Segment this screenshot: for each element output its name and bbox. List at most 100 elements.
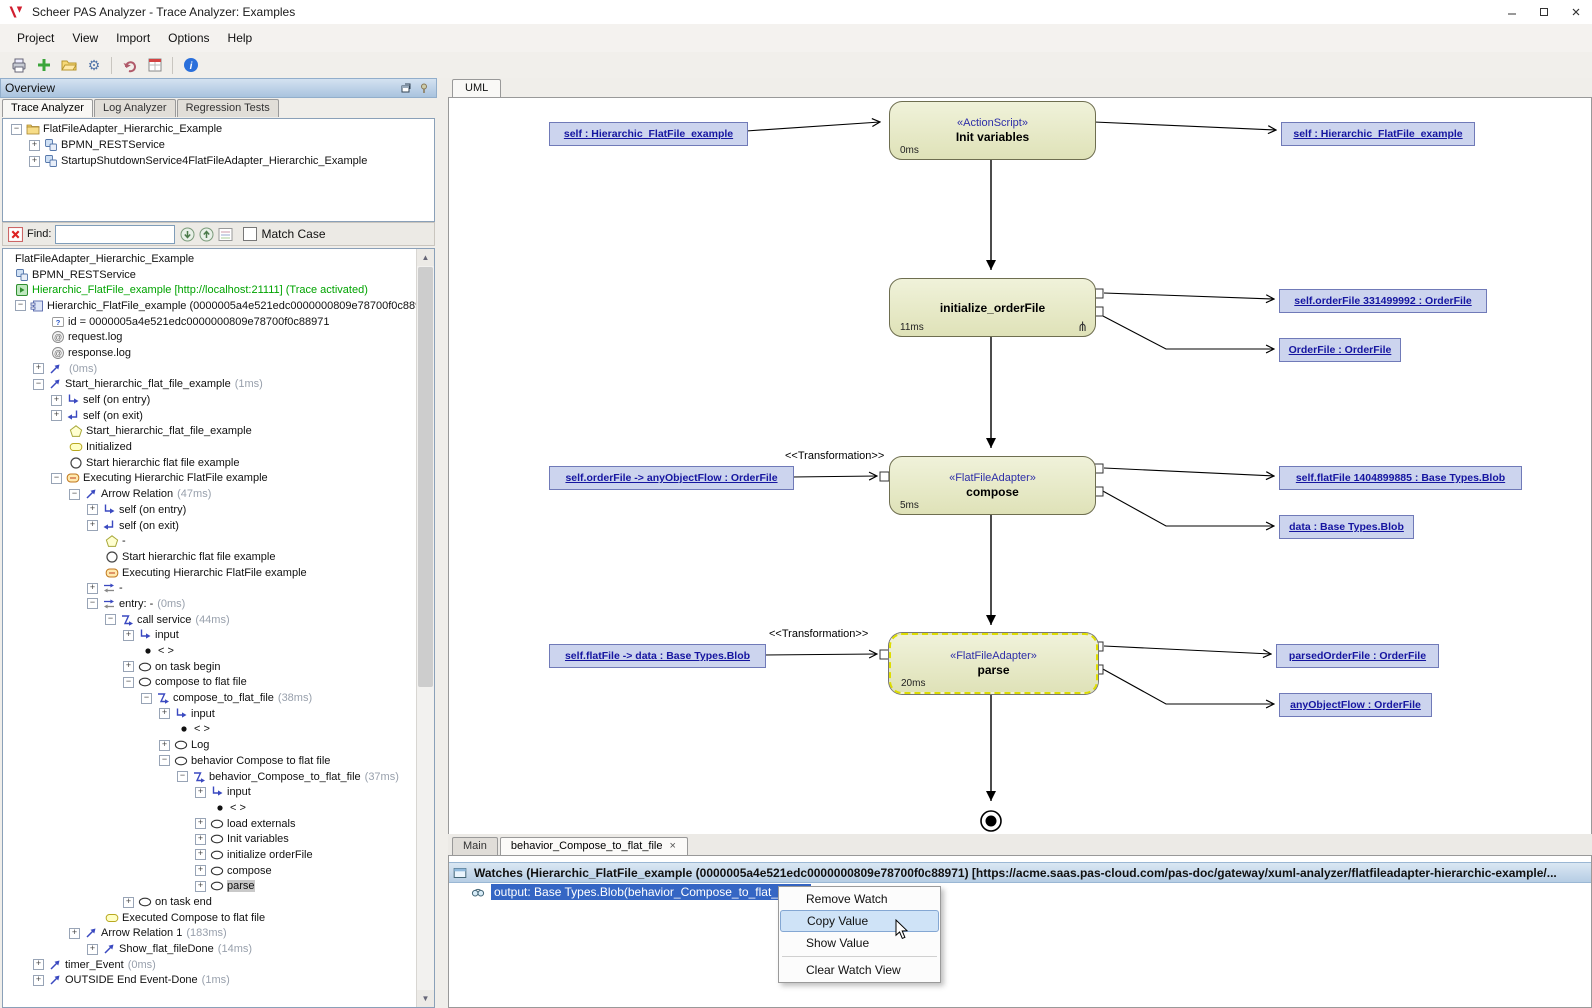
- uml-object-node[interactable]: self.flatFile 1404899885 : Base Types.Bl…: [1279, 466, 1522, 490]
- find-highlight-icon[interactable]: [217, 226, 233, 242]
- find-previous-icon[interactable]: [198, 226, 214, 242]
- uml-pin[interactable]: [880, 472, 889, 481]
- tree-item[interactable]: FlatFileAdapter_Hierarchic_Example: [3, 251, 417, 267]
- tree-expander[interactable]: +: [87, 504, 98, 515]
- close-tab-icon[interactable]: ×: [669, 841, 677, 851]
- tree-item[interactable]: −FlatFileAdapter_Hierarchic_Example: [3, 121, 434, 137]
- tree-item[interactable]: Initialized: [3, 439, 417, 455]
- tree-item[interactable]: +compose: [3, 863, 417, 879]
- uml-object-node[interactable]: parsedOrderFile : OrderFile: [1276, 644, 1439, 668]
- tree-item[interactable]: -: [3, 533, 417, 549]
- tree-item[interactable]: < >: [3, 800, 417, 816]
- uml-object-node[interactable]: data : Base Types.Blob: [1279, 515, 1414, 539]
- tree-item[interactable]: −behavior Compose to flat file: [3, 753, 417, 769]
- menu-import[interactable]: Import: [107, 26, 159, 50]
- tree-expander[interactable]: +: [87, 944, 98, 955]
- tree-expander[interactable]: +: [195, 818, 206, 829]
- menu-view[interactable]: View: [63, 26, 107, 50]
- panel-splitter[interactable]: [437, 78, 448, 1008]
- tree-item[interactable]: Executing Hierarchic FlatFile example: [3, 565, 417, 581]
- tree-item[interactable]: < >: [3, 643, 417, 659]
- uml-action-node-parse[interactable]: «FlatFileAdapter»parse20ms: [889, 633, 1098, 694]
- tree-expander[interactable]: +: [87, 520, 98, 531]
- uml-object-node[interactable]: self.flatFile -> data : Base Types.Blob: [549, 644, 766, 668]
- tree-expander[interactable]: +: [51, 395, 62, 406]
- trace-button[interactable]: [142, 54, 167, 76]
- tree-expander[interactable]: +: [33, 959, 44, 970]
- settings-button[interactable]: ⚙: [81, 54, 106, 76]
- tree-item[interactable]: +input: [3, 706, 417, 722]
- tree-expander[interactable]: +: [195, 849, 206, 860]
- tree-item[interactable]: BPMN_RESTService: [3, 267, 417, 283]
- tree-item[interactable]: +Arrow Relation 1(183ms): [3, 926, 417, 942]
- add-button[interactable]: [31, 54, 56, 76]
- tree-item[interactable]: −Start_hierarchic_flat_file_example(1ms): [3, 377, 417, 393]
- tree-item[interactable]: +self (on exit): [3, 518, 417, 534]
- tree-expander[interactable]: +: [195, 881, 206, 892]
- tree-item[interactable]: Hierarchic_FlatFile_example [http://loca…: [3, 282, 417, 298]
- tree-item[interactable]: −behavior_Compose_to_flat_file(37ms): [3, 769, 417, 785]
- tree-expander[interactable]: +: [195, 834, 206, 845]
- print-button[interactable]: [6, 54, 31, 76]
- tree-item[interactable]: +input: [3, 628, 417, 644]
- tree-expander[interactable]: +: [123, 897, 134, 908]
- maximize-button[interactable]: [1528, 0, 1560, 24]
- uml-object-node[interactable]: self : Hierarchic_FlatFile_example: [549, 122, 748, 146]
- tree-item[interactable]: Start hierarchic flat file example: [3, 455, 417, 471]
- tree-expander[interactable]: −: [69, 489, 80, 500]
- menu-project[interactable]: Project: [8, 26, 63, 50]
- tree-item[interactable]: @request.log: [3, 329, 417, 345]
- tree-item[interactable]: +OUTSIDE End Event-Done(1ms): [3, 973, 417, 989]
- tree-item[interactable]: Executed Compose to flat file: [3, 910, 417, 926]
- info-button[interactable]: i: [178, 54, 203, 76]
- tree-item[interactable]: −Executing Hierarchic FlatFile example: [3, 471, 417, 487]
- close-button[interactable]: [1560, 0, 1592, 24]
- tree-expander[interactable]: +: [29, 140, 40, 151]
- tree-item[interactable]: +parse: [3, 879, 417, 895]
- tree-expander[interactable]: −: [105, 614, 116, 625]
- uml-action-node-init-variables[interactable]: «ActionScript»Init variables0ms: [889, 101, 1096, 160]
- tree-item[interactable]: −call service(44ms): [3, 612, 417, 628]
- tree-expander[interactable]: +: [123, 661, 134, 672]
- tab-trace-analyzer[interactable]: Trace Analyzer: [2, 99, 93, 117]
- uml-object-node[interactable]: OrderFile : OrderFile: [1279, 338, 1401, 362]
- tree-expander[interactable]: −: [51, 473, 62, 484]
- uml-action-node-initialize-orderfile[interactable]: initialize_orderFile11ms⋔: [889, 278, 1096, 337]
- tree-expander[interactable]: −: [15, 300, 26, 311]
- tree-expander[interactable]: +: [33, 975, 44, 986]
- tree-item[interactable]: Start hierarchic flat file example: [3, 549, 417, 565]
- match-case-checkbox[interactable]: [243, 227, 257, 241]
- tree-item[interactable]: +initialize orderFile: [3, 847, 417, 863]
- tree-expander[interactable]: +: [51, 410, 62, 421]
- tree-item[interactable]: +BPMN_RESTService: [3, 137, 434, 153]
- tree-expander[interactable]: −: [177, 771, 188, 782]
- scroll-up-button[interactable]: ▲: [417, 249, 434, 266]
- tree-expander[interactable]: −: [159, 755, 170, 766]
- tree-item[interactable]: +self (on entry): [3, 502, 417, 518]
- tree-item[interactable]: +StartupShutdownService4FlatFileAdapter_…: [3, 153, 434, 169]
- tab-behavior-compose-to-flat-file[interactable]: behavior_Compose_to_flat_file×: [500, 837, 688, 855]
- watches-header[interactable]: Watches (Hierarchic_FlatFile_example (00…: [449, 862, 1591, 883]
- tree-expander[interactable]: −: [11, 124, 22, 135]
- tree-expander[interactable]: +: [69, 928, 80, 939]
- tree-item[interactable]: +self (on exit): [3, 408, 417, 424]
- find-input[interactable]: [55, 225, 175, 244]
- tree-item[interactable]: −Hierarchic_FlatFile_example (0000005a4e…: [3, 298, 417, 314]
- tree-item[interactable]: +Log: [3, 737, 417, 753]
- scroll-down-button[interactable]: ▼: [417, 990, 434, 1007]
- menu-item-clear-watch-view[interactable]: Clear Watch View: [780, 959, 939, 981]
- uml-object-node[interactable]: self.orderFile 331499992 : OrderFile: [1279, 289, 1487, 313]
- tree-item[interactable]: @response.log: [3, 345, 417, 361]
- tree-expander[interactable]: +: [159, 740, 170, 751]
- tree-item[interactable]: Start_hierarchic_flat_file_example: [3, 424, 417, 440]
- tree-item[interactable]: +self (on entry): [3, 392, 417, 408]
- tree-item[interactable]: −Arrow Relation(47ms): [3, 486, 417, 502]
- watch-item[interactable]: output: Base Types.Blob(behavior_Compose…: [449, 882, 1591, 901]
- tab-main[interactable]: Main: [452, 837, 498, 855]
- tree-item[interactable]: +timer_Event(0ms): [3, 957, 417, 973]
- uml-object-node[interactable]: anyObjectFlow : OrderFile: [1279, 693, 1432, 717]
- tree-item[interactable]: +Init variables: [3, 831, 417, 847]
- tree-item[interactable]: ?id = 0000005a4e521edc0000000809e78700f0…: [3, 314, 417, 330]
- menu-options[interactable]: Options: [159, 26, 218, 50]
- minimize-button[interactable]: [1496, 0, 1528, 24]
